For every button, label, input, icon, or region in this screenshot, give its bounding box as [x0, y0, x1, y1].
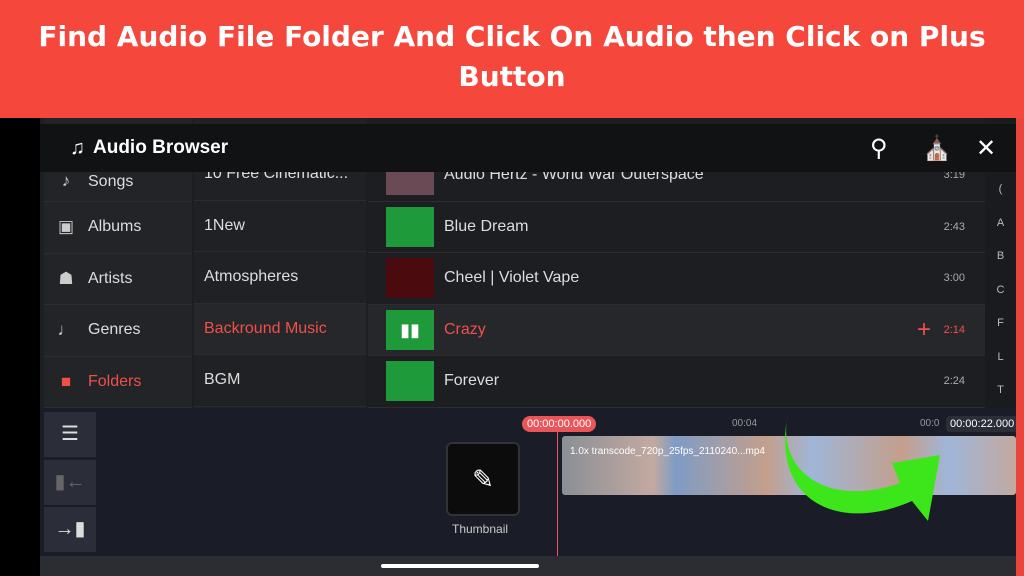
index-letter[interactable]: L	[985, 341, 1016, 375]
green-arrow-annotation	[785, 413, 940, 521]
index-letter[interactable]: A	[985, 207, 1016, 241]
track-duration: 2:43	[943, 220, 965, 233]
category-albums[interactable]: ▣ Albums	[44, 202, 192, 254]
folder-item[interactable]: Atmospheres	[194, 252, 366, 304]
category-label: Songs	[88, 173, 134, 190]
album-icon: ▣	[57, 217, 75, 237]
pencil-icon: ✎	[472, 464, 494, 494]
folder-label: 1New	[204, 216, 245, 234]
folder-icon: ■	[60, 371, 72, 391]
category-folders[interactable]: ■ Folders	[44, 357, 192, 408]
category-genres[interactable]: ♩ Genres	[44, 305, 192, 357]
index-letter[interactable]: (	[985, 173, 1016, 207]
artist-icon: ☗	[58, 268, 74, 288]
page-title: Audio Browser	[93, 137, 229, 158]
track-row-selected[interactable]: ▮▮ Crazy +2:14	[368, 304, 985, 356]
music-note-icon: ♪	[61, 171, 71, 190]
track-duration: 2:24	[943, 375, 965, 388]
add-plus-button[interactable]: +	[917, 316, 931, 344]
folder-label: Atmospheres	[204, 268, 299, 286]
track-duration: 3:00	[943, 272, 965, 285]
folder-item[interactable]: 1New	[194, 201, 366, 252]
expand-tracks-button[interactable]: ☰	[44, 412, 96, 457]
current-time: 00:00:00.000	[522, 416, 597, 432]
instruction-banner: Find Audio File Folder And Click On Audi…	[0, 0, 1024, 118]
time-tick: 00:04	[732, 418, 758, 429]
index-letter[interactable]: F	[985, 307, 1016, 341]
music-note-icon: ♫	[70, 136, 85, 159]
folder-item-selected[interactable]: Backround Music	[194, 303, 366, 355]
thumbnail-button[interactable]: ✎	[446, 442, 520, 516]
clip-name: 1.0x transcode_720p_25fps_2110240...mp4	[570, 446, 765, 457]
header: ♫ Audio Browser ⚲ ⛪ ✕	[40, 124, 1016, 172]
bars-icon: ▮▮	[386, 309, 434, 350]
folder-label: BGM	[204, 371, 241, 389]
trim-left-button[interactable]: ▮←	[44, 460, 96, 505]
track-thumbnail	[386, 361, 434, 402]
index-letter[interactable]: C	[985, 274, 1016, 308]
folder-item[interactable]: BGM	[194, 355, 366, 407]
track-row[interactable]: Cheel | Violet Vape 3:00	[368, 253, 985, 305]
track-title: Blue Dream	[444, 217, 529, 235]
category-label: Genres	[88, 321, 141, 339]
home-indicator[interactable]	[381, 564, 539, 568]
category-label: Albums	[88, 218, 142, 236]
search-icon[interactable]: ⚲	[870, 134, 888, 163]
bottom-bar	[40, 556, 1016, 576]
track-title: Cheel | Violet Vape	[444, 269, 580, 287]
category-label: Artists	[88, 269, 133, 287]
category-artists[interactable]: ☗ Artists	[44, 254, 192, 305]
trim-right-button[interactable]: →▮	[44, 507, 96, 552]
index-letter[interactable]: T	[985, 374, 1016, 408]
category-label: Folders	[88, 372, 142, 390]
track-row[interactable]: Blue Dream 2:43	[368, 202, 985, 253]
close-icon[interactable]: ✕	[976, 134, 996, 163]
guitar-icon: ♩	[57, 320, 75, 340]
track-thumbnail	[386, 206, 434, 247]
playhead[interactable]	[557, 430, 558, 556]
border-strip	[1016, 118, 1024, 576]
thumbnail-label: Thumbnail	[452, 522, 509, 536]
store-icon[interactable]: ⛪	[922, 134, 952, 163]
track-title: Forever	[444, 372, 500, 390]
audio-browser: ♫ Audio Browser ⚲ ⛪ ✕ ♪ Songs ▣ Albums ☗ Ar…	[40, 118, 1016, 576]
track-thumbnail	[386, 258, 434, 299]
total-time: 00:00:22.000	[946, 416, 1016, 432]
track-duration: 2:14	[943, 323, 965, 336]
folder-label: Backround Music	[204, 319, 327, 337]
track-title: Crazy	[444, 320, 486, 338]
index-letter[interactable]: B	[985, 240, 1016, 274]
track-row[interactable]: Forever 2:24	[368, 356, 985, 408]
